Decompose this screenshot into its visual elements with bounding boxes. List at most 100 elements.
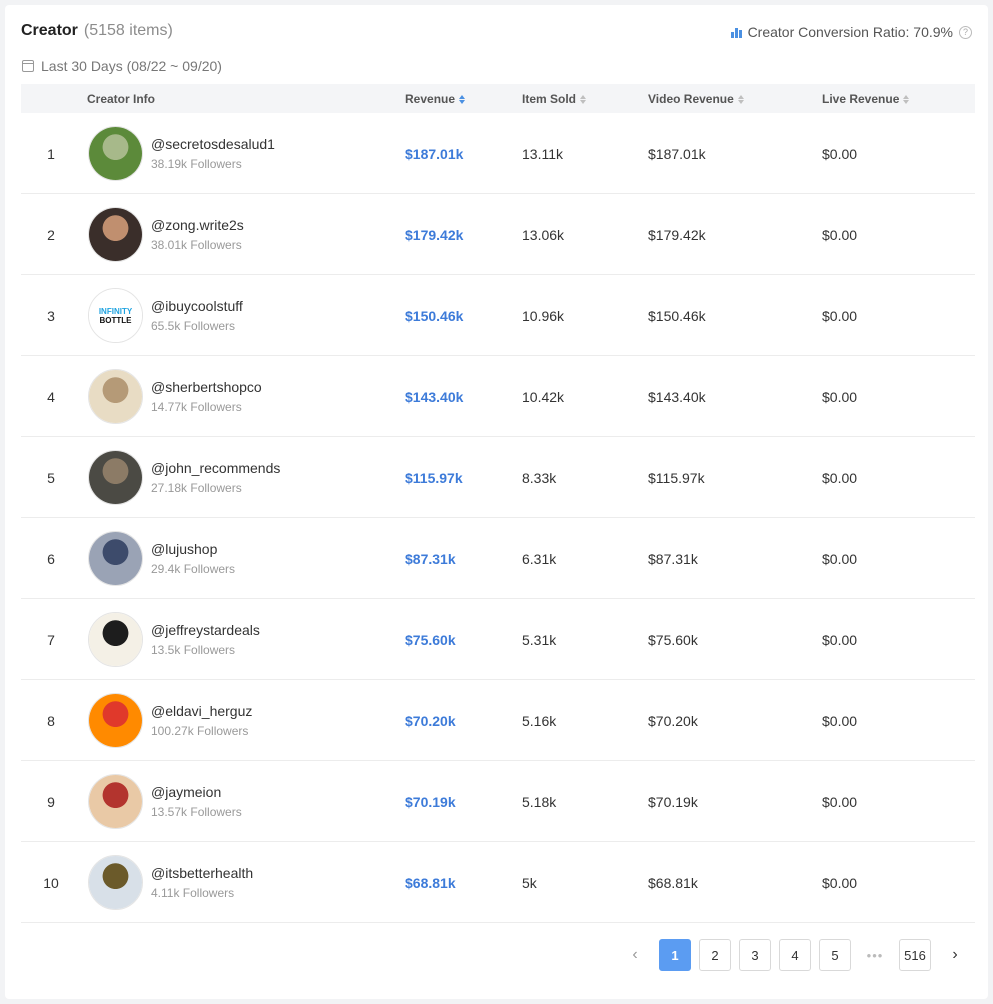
avatar[interactable]: INFINITY BOTTLE: [88, 288, 143, 343]
item-count: (5158 items): [83, 22, 173, 39]
live-revenue-value: $0.00: [822, 713, 858, 729]
page-4-button[interactable]: 4: [779, 939, 811, 971]
creator-handle[interactable]: @zong.write2s: [151, 217, 244, 233]
creator-handle[interactable]: @itsbetterhealth: [151, 865, 253, 881]
date-range: Last 30 Days (08/22 ~ 09/20): [22, 58, 222, 74]
item-sold-value: 5k: [522, 875, 537, 891]
table-row[interactable]: 2 @zong.write2s 38.01k Followers $179.42…: [21, 194, 975, 275]
revenue-value: $75.60k: [405, 632, 456, 648]
sort-icon[interactable]: [903, 94, 910, 104]
card-header: Creator (5158 items) Creator Conversion R…: [21, 22, 972, 44]
table-row[interactable]: 6 @lujushop 29.4k Followers $87.31k 6.31…: [21, 518, 975, 599]
page-3-button[interactable]: 3: [739, 939, 771, 971]
creator-handle[interactable]: @john_recommends: [151, 460, 280, 476]
video-revenue-value: $70.20k: [648, 713, 698, 729]
sort-icon[interactable]: [580, 94, 587, 104]
revenue-value: $179.42k: [405, 227, 464, 243]
video-revenue-value: $68.81k: [648, 875, 698, 891]
avatar[interactable]: [88, 531, 143, 586]
live-revenue-value: $0.00: [822, 632, 858, 648]
video-revenue-value: $75.60k: [648, 632, 698, 648]
sort-icon[interactable]: [737, 94, 744, 104]
creator-handle[interactable]: @jeffreystardeals: [151, 622, 260, 638]
date-range-label: Last 30 Days (08/22 ~ 09/20): [41, 58, 222, 74]
table-header: Creator Info Revenue Item Sold Video Rev…: [21, 84, 975, 113]
rank: 5: [47, 470, 55, 486]
follower-count: 100.27k Followers: [151, 724, 249, 738]
video-revenue-value: $87.31k: [648, 551, 698, 567]
follower-count: 38.01k Followers: [151, 238, 242, 252]
rank: 4: [47, 389, 55, 405]
item-sold-value: 5.31k: [522, 632, 557, 648]
video-revenue-value: $115.97k: [648, 470, 705, 486]
creator-handle[interactable]: @secretosdesalud1: [151, 136, 275, 152]
live-revenue-value: $0.00: [822, 308, 858, 324]
item-sold-value: 13.11k: [522, 146, 563, 162]
rank: 3: [47, 308, 55, 324]
revenue-value: $187.01k: [405, 146, 464, 162]
item-sold-value: 6.31k: [522, 551, 557, 567]
logo-text-bottom: BOTTLE: [99, 315, 132, 325]
item-sold-value: 5.18k: [522, 794, 557, 810]
creator-handle[interactable]: @sherbertshopco: [151, 379, 262, 395]
avatar[interactable]: [88, 450, 143, 505]
table-row[interactable]: 9 @jaymeion 13.57k Followers $70.19k 5.1…: [21, 761, 975, 842]
table-row[interactable]: 7 @jeffreystardeals 13.5k Followers $75.…: [21, 599, 975, 680]
table-row[interactable]: 8 @eldavi_herguz 100.27k Followers $70.2…: [21, 680, 975, 761]
avatar[interactable]: [88, 774, 143, 829]
avatar[interactable]: [88, 126, 143, 181]
table-row[interactable]: 1 @secretosdesalud1 38.19k Followers $18…: [21, 113, 975, 194]
pagination: ‹ 1 2 3 4 5 ••• 516 ›: [619, 939, 971, 971]
prev-page-icon[interactable]: ‹: [619, 939, 651, 971]
item-sold-value: 5.16k: [522, 713, 557, 729]
creator-handle[interactable]: @lujushop: [151, 541, 217, 557]
more-pages-icon[interactable]: •••: [859, 939, 891, 971]
video-revenue-value: $150.46k: [648, 308, 706, 324]
rank: 1: [47, 146, 55, 162]
creator-handle[interactable]: @ibuycoolstuff: [151, 298, 243, 314]
rank: 10: [43, 875, 59, 891]
page-last-button[interactable]: 516: [899, 939, 931, 971]
table-row[interactable]: 5 @john_recommends 27.18k Followers $115…: [21, 437, 975, 518]
table-row[interactable]: 3 INFINITY BOTTLE @ibuycoolstuff 65.5k F…: [21, 275, 975, 356]
rank: 6: [47, 551, 55, 567]
column-video-revenue[interactable]: Video Revenue: [648, 92, 744, 106]
conversion-ratio: Creator Conversion Ratio: 70.9% ?: [730, 24, 972, 40]
follower-count: 65.5k Followers: [151, 319, 236, 333]
follower-count: 13.5k Followers: [151, 643, 236, 657]
sort-icon[interactable]: [459, 94, 466, 104]
item-sold-value: 8.33k: [522, 470, 557, 486]
avatar[interactable]: [88, 855, 143, 910]
column-revenue[interactable]: Revenue: [405, 92, 466, 106]
next-page-icon[interactable]: ›: [939, 939, 971, 971]
live-revenue-value: $0.00: [822, 227, 858, 243]
live-revenue-value: $0.00: [822, 551, 858, 567]
item-sold-value: 10.96k: [522, 308, 565, 324]
avatar[interactable]: [88, 207, 143, 262]
video-revenue-value: $143.40k: [648, 389, 706, 405]
page-1-button[interactable]: 1: [659, 939, 691, 971]
item-sold-value: 10.42k: [522, 389, 565, 405]
revenue-value: $87.31k: [405, 551, 456, 567]
avatar[interactable]: [88, 693, 143, 748]
item-sold-value: 13.06k: [522, 227, 565, 243]
column-item-sold[interactable]: Item Sold: [522, 92, 587, 106]
table-row[interactable]: 10 @itsbetterhealth 4.11k Followers $68.…: [21, 842, 975, 923]
creator-card: Creator (5158 items) Creator Conversion R…: [5, 5, 988, 999]
follower-count: 14.77k Followers: [151, 400, 242, 414]
live-revenue-value: $0.00: [822, 146, 858, 162]
follower-count: 38.19k Followers: [151, 157, 242, 171]
avatar[interactable]: [88, 612, 143, 667]
page-5-button[interactable]: 5: [819, 939, 851, 971]
rank: 8: [47, 713, 55, 729]
help-icon[interactable]: ?: [959, 25, 972, 39]
revenue-value: $70.19k: [405, 794, 456, 810]
creator-handle[interactable]: @jaymeion: [151, 784, 221, 800]
revenue-value: $70.20k: [405, 713, 456, 729]
page-2-button[interactable]: 2: [699, 939, 731, 971]
creator-handle[interactable]: @eldavi_herguz: [151, 703, 252, 719]
logo-text-top: INFINITY: [98, 306, 133, 316]
column-live-revenue[interactable]: Live Revenue: [822, 92, 910, 106]
avatar[interactable]: [88, 369, 143, 424]
table-row[interactable]: 4 @sherbertshopco 14.77k Followers $143.…: [21, 356, 975, 437]
